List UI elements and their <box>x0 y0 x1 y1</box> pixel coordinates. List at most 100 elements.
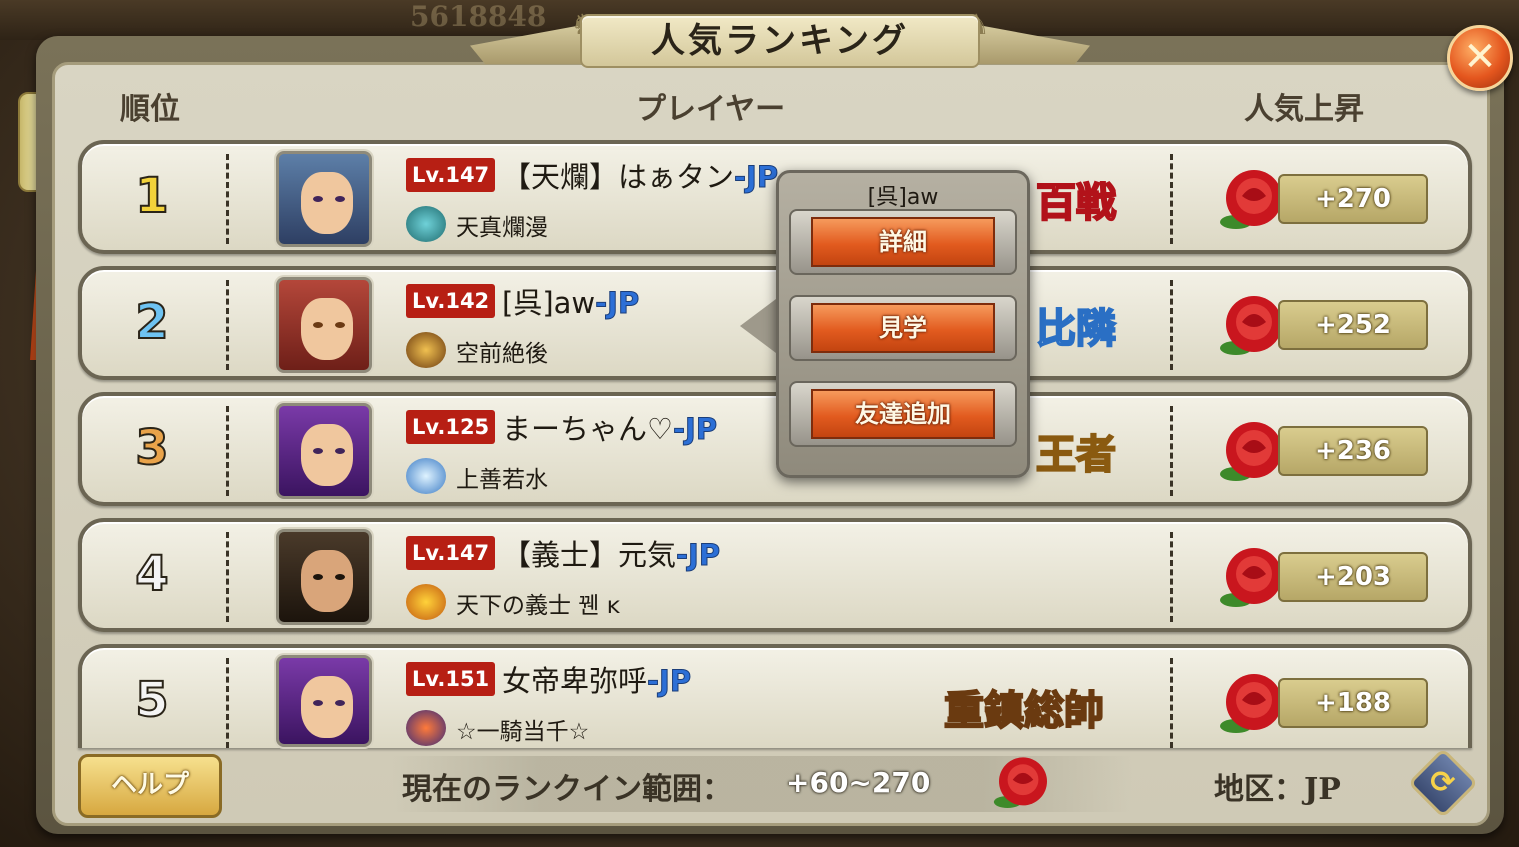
player-name[interactable]: 女帝卑弥呼-JP <box>502 658 692 700</box>
server-suffix: -JP <box>595 286 640 321</box>
add-friend-button-label: 友達追加 <box>811 389 995 439</box>
title-badge: 王者 <box>1035 430 1117 479</box>
header-rank: 順位 <box>120 92 180 127</box>
row-divider <box>226 280 229 370</box>
avatar[interactable] <box>276 277 372 373</box>
avatar-eye <box>335 322 345 328</box>
close-button[interactable]: ✕ <box>1447 25 1513 91</box>
level-badge: Lv.147 <box>406 536 496 570</box>
player-name-text: 【義士】元気 <box>502 538 677 572</box>
row-divider <box>1170 280 1173 370</box>
add-friend-button[interactable]: 友達追加 <box>789 381 1017 447</box>
row-divider <box>226 154 229 244</box>
row-divider <box>1170 532 1173 622</box>
popularity-value: +188 <box>1278 678 1428 728</box>
level-badge: Lv.147 <box>406 158 496 192</box>
guild-name: 天真爛漫 <box>456 215 548 241</box>
player-name-text: まーちゃん♡ <box>502 412 673 446</box>
page-title: 人気ランキング <box>651 21 909 61</box>
rank-number: 4 <box>134 545 169 603</box>
avatar-eye <box>313 574 323 580</box>
server-suffix: -JP <box>672 412 718 447</box>
row-divider <box>226 658 229 748</box>
detail-button[interactable]: 詳細 <box>789 209 1017 275</box>
player-name-text: 女帝卑弥呼 <box>502 664 648 698</box>
guild-emblem-icon <box>406 458 446 494</box>
guild-emblem-icon <box>406 332 446 368</box>
close-x-icon: ✕ <box>1463 34 1497 80</box>
rank-range-label: 現在のランクイン範囲： <box>402 772 732 807</box>
footer-bar: ヘルプ 現在のランクイン範囲： +60~270 地区：JP ⟳ <box>62 744 1482 828</box>
avatar[interactable] <box>276 151 372 247</box>
popularity-value: +252 <box>1278 300 1428 350</box>
ranking-row[interactable]: 1 Lv.147 【天爛】はぁタン-JP 天真爛漫 百戦 +270 <box>78 140 1472 254</box>
avatar-eye <box>313 196 323 202</box>
level-badge: Lv.151 <box>406 662 496 696</box>
guild-emblem-icon <box>406 584 446 620</box>
rank-range-value: +60~270 <box>786 766 931 799</box>
guild-emblem-icon <box>406 206 446 242</box>
ranking-row[interactable]: 5 Lv.151 女帝卑弥呼-JP ☆一騎当千☆ 重鎮総帥 +188 <box>78 644 1472 748</box>
level-badge: Lv.142 <box>406 284 496 318</box>
avatar-eye <box>335 700 345 706</box>
player-action-popup: [呉]aw 詳細 見学 友達追加 <box>776 170 1030 478</box>
avatar[interactable] <box>276 529 372 625</box>
avatar-face <box>301 550 353 612</box>
player-name-text: [呉]aw <box>502 286 596 320</box>
player-name[interactable]: [呉]aw-JP <box>502 280 640 322</box>
avatar-eye <box>335 196 345 202</box>
ranking-row[interactable]: 3 Lv.125 まーちゃん♡-JP 上善若水 王者 +236 <box>78 392 1472 506</box>
help-button[interactable]: ヘルプ <box>78 754 222 818</box>
popularity-value: +203 <box>1278 552 1428 602</box>
row-divider <box>226 532 229 622</box>
ranking-row[interactable]: 4 Lv.147 【義士】元気-JP 天下の義士 꿴 ĸ +203 <box>78 518 1472 632</box>
spectate-button-label: 見学 <box>811 303 995 353</box>
popup-player-name: [呉]aw <box>867 185 939 210</box>
region-label: 地区：JP <box>1214 772 1341 807</box>
refresh-icon: ⟳ <box>1430 765 1456 800</box>
detail-button-label: 詳細 <box>811 217 995 267</box>
avatar-eye <box>335 574 345 580</box>
guild-emblem-icon <box>406 710 446 746</box>
row-divider <box>1170 658 1173 748</box>
level-badge: Lv.125 <box>406 410 496 444</box>
title-badge: 重鎮総帥 <box>943 686 1105 735</box>
avatar-eye <box>313 448 323 454</box>
avatar-eye <box>335 448 345 454</box>
guild-name: 天下の義士 꿴 ĸ <box>456 593 621 619</box>
popularity-value: +270 <box>1278 174 1428 224</box>
server-suffix: -JP <box>734 160 779 195</box>
player-name[interactable]: 【天爛】はぁタン-JP <box>502 154 779 196</box>
title-badge: 百戦 <box>1035 178 1117 227</box>
guild-name: 空前絶後 <box>456 341 548 367</box>
rank-number: 3 <box>134 419 169 477</box>
title-plaque: ♞ ♞ 人気ランキング <box>470 10 1090 70</box>
avatar-eye <box>313 700 323 706</box>
popularity-value: +236 <box>1278 426 1428 476</box>
header-popularity: 人気上昇 <box>1244 92 1364 127</box>
rose-icon <box>993 757 1047 808</box>
avatar[interactable] <box>276 403 372 499</box>
avatar-face <box>301 298 353 360</box>
spectate-button[interactable]: 見学 <box>789 295 1017 361</box>
row-divider <box>1170 154 1173 244</box>
row-divider <box>226 406 229 496</box>
refresh-button[interactable]: ⟳ <box>1407 747 1479 819</box>
guild-name: ☆一騎当千☆ <box>456 719 590 745</box>
avatar-face <box>301 676 353 738</box>
rank-number: 5 <box>134 671 169 729</box>
rank-number: 1 <box>134 167 169 225</box>
player-name[interactable]: まーちゃん♡-JP <box>502 406 718 448</box>
row-divider <box>1170 406 1173 496</box>
avatar-face <box>301 172 353 234</box>
avatar[interactable] <box>276 655 372 747</box>
rank-number: 2 <box>134 293 169 351</box>
player-name-text: 【天爛】はぁタン <box>502 160 735 194</box>
player-name[interactable]: 【義士】元気-JP <box>502 532 721 574</box>
header-player: プレイヤー <box>636 92 786 127</box>
avatar-face <box>301 424 353 486</box>
server-suffix: -JP <box>647 664 692 699</box>
avatar-eye <box>313 322 323 328</box>
server-suffix: -JP <box>676 538 721 573</box>
title-badge: 比隣 <box>1035 304 1117 353</box>
